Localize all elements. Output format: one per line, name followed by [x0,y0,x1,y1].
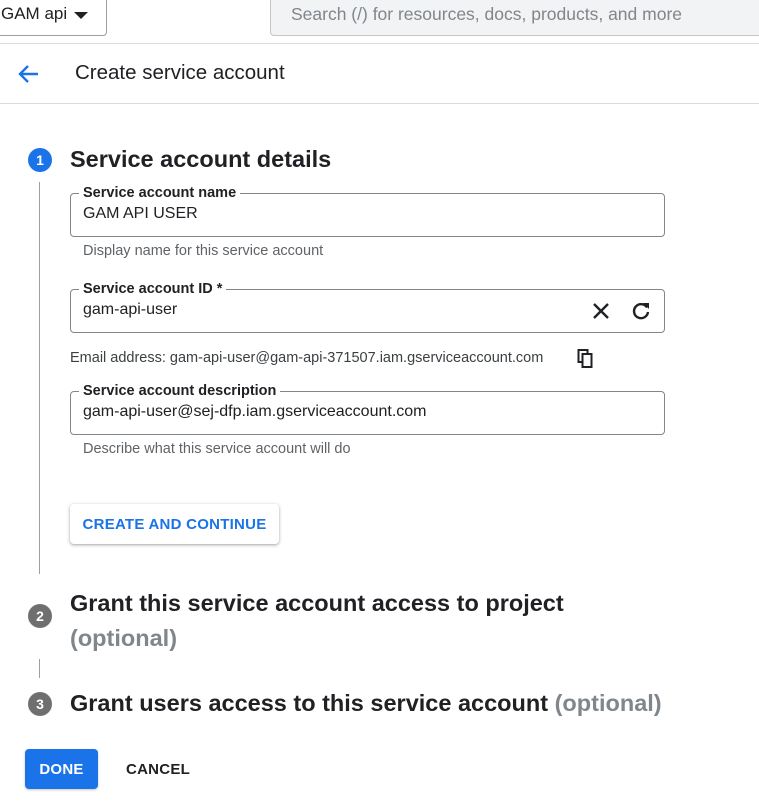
search-input[interactable]: Search (/) for resources, docs, products… [270,0,759,36]
description-helper-text: Describe what this service account will … [83,441,351,457]
topbar-divider [0,43,759,44]
done-button[interactable]: DONE [25,749,98,789]
step-connector-line [39,659,40,678]
caret-down-icon [74,12,88,19]
step-1-indicator: 1 [28,148,52,172]
service-account-id-field[interactable]: Service account ID * gam-api-user [70,280,665,333]
step-2-title[interactable]: Grant this service account access to pro… [70,586,630,656]
refresh-icon[interactable] [630,300,652,322]
optional-label: (optional) [70,625,178,651]
arrow-back-icon [18,65,38,83]
name-helper-text: Display name for this service account [83,243,324,259]
step-connector-line [39,182,40,574]
header-divider [0,103,759,104]
step-1-title: Service account details [70,146,332,172]
cancel-button[interactable]: CANCEL [115,749,201,789]
close-icon[interactable] [590,300,612,322]
step-3-title[interactable]: Grant users access to this service accou… [70,690,662,717]
email-address-text: Email address: gam-api-user@gam-api-3715… [70,350,544,366]
step-number: 3 [36,696,44,712]
field-value: gam-api-user@sej-dfp.iam.gserviceaccount… [83,403,427,420]
field-value: GAM API USER [83,205,198,222]
back-button[interactable] [14,60,46,88]
project-picker[interactable]: GAM api [0,0,107,36]
search-placeholder: Search (/) for resources, docs, products… [291,3,682,24]
step-3-indicator: 3 [28,692,52,716]
optional-label: (optional) [554,690,662,716]
step-2-title-text: Grant this service account access to pro… [70,590,564,616]
step-number: 1 [36,152,44,168]
service-account-name-field[interactable]: Service account name GAM API USER [70,184,665,237]
page-title: Create service account [75,61,285,84]
service-account-description-field[interactable]: Service account description gam-api-user… [70,382,665,435]
create-and-continue-button[interactable]: CREATE AND CONTINUE [70,504,279,544]
field-value: gam-api-user [83,301,178,318]
field-label: Service account name [79,184,241,202]
field-label: Service account description [79,382,281,400]
copy-icon[interactable] [576,348,596,370]
step-number: 2 [36,608,44,624]
step-3-title-text: Grant users access to this service accou… [70,690,549,716]
step-2-indicator: 2 [28,604,52,628]
field-label: Service account ID * [79,280,227,298]
project-name: GAM api [1,4,68,23]
